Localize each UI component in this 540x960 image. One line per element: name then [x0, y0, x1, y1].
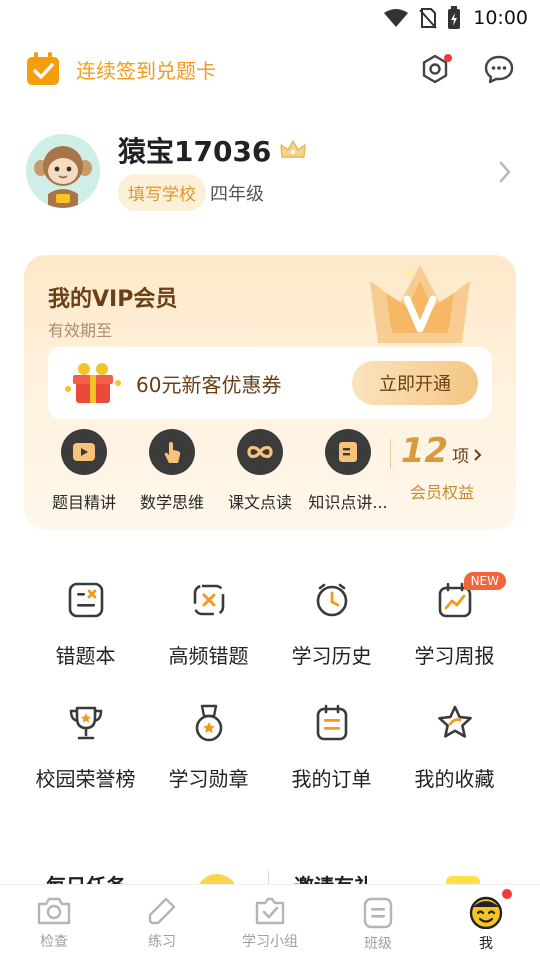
vip-crown-icon — [370, 265, 470, 343]
tools-grid: 错题本 高频错题 学习历史 NEW 学习周报 校园荣誉榜 学习勋章 我的订单 我… — [24, 572, 516, 792]
tool-label: 校园荣誉榜 — [35, 767, 136, 791]
tab-label: 班级 — [364, 936, 392, 952]
tool-label: 错题本 — [55, 644, 116, 668]
vip-feature-item[interactable]: 知识点讲... — [304, 427, 392, 513]
divider — [390, 439, 391, 469]
top-bar: 连续签到兑题卡 — [0, 46, 540, 92]
group-check-icon — [255, 897, 285, 925]
class-icon — [363, 897, 393, 929]
bottom-tab-bar: 检查 练习 学习小组 班级 我 — [0, 884, 540, 960]
tab-label: 学习小组 — [242, 934, 298, 950]
tool-favorites[interactable]: 我的收藏 — [393, 701, 516, 792]
tool-label: 学习勋章 — [168, 767, 249, 791]
gift-box-icon — [65, 363, 121, 403]
tab-study-group[interactable]: 学习小组 — [216, 885, 324, 960]
tool-orders[interactable]: 我的订单 — [270, 701, 393, 792]
tool-label: 我的订单 — [291, 767, 372, 791]
face-icon — [469, 896, 503, 929]
book-icon — [339, 442, 357, 462]
vip-feature-label: 题目精讲 — [51, 493, 116, 512]
vip-expiry-label: 有效期至 — [48, 321, 113, 340]
coupon-text: 60元新客优惠券 — [136, 372, 282, 397]
video-play-icon — [73, 443, 95, 461]
wrong-book-icon — [68, 582, 103, 618]
order-icon — [316, 704, 347, 741]
chevron-right-icon — [499, 161, 511, 183]
tool-wrong-book[interactable]: 错题本 — [24, 578, 147, 669]
new-badge: NEW — [463, 572, 506, 590]
chat-bubble-icon — [484, 55, 514, 84]
open-vip-button[interactable]: 立即开通 — [352, 361, 478, 405]
username: 猿宝17036 — [118, 135, 272, 168]
fill-school-button[interactable]: 填写学校 — [118, 174, 206, 211]
tab-label: 检查 — [40, 934, 68, 950]
tab-label: 我 — [479, 936, 493, 952]
no-sim-icon — [419, 8, 437, 29]
vip-title: 我的VIP会员 — [48, 287, 178, 312]
tool-medals[interactable]: 学习勋章 — [147, 701, 270, 792]
vip-features: 题目精讲 数学思维 课文点读 知识点讲... 12 项 会员权益 — [40, 427, 500, 513]
status-bar: 10:00 — [0, 0, 540, 36]
frequent-mistakes-icon — [193, 584, 224, 616]
tool-label: 高频错题 — [168, 644, 249, 668]
tab-practice[interactable]: 练习 — [108, 885, 216, 960]
tool-weekly-report[interactable]: NEW 学习周报 — [393, 572, 516, 669]
avatar[interactable] — [26, 134, 100, 208]
tool-frequent-mistakes[interactable]: 高频错题 — [147, 578, 270, 669]
checkin-label: 连续签到兑题卡 — [76, 58, 216, 83]
tool-label: 学习周报 — [414, 644, 495, 668]
benefits-count: 12 — [400, 431, 449, 471]
star-icon — [437, 705, 472, 738]
camera-icon — [37, 897, 71, 925]
settings-button[interactable] — [418, 52, 452, 86]
crown-icon — [280, 140, 307, 158]
tool-honor-roll[interactable]: 校园荣誉榜 — [24, 701, 147, 792]
infinity-icon — [247, 445, 273, 459]
vip-feature-item[interactable]: 数学思维 — [128, 427, 216, 513]
tool-history[interactable]: 学习历史 — [270, 578, 393, 669]
wifi-icon — [384, 9, 409, 27]
tab-class[interactable]: 班级 — [324, 885, 432, 960]
battery-icon — [448, 6, 461, 29]
vip-feature-item[interactable]: 题目精讲 — [40, 427, 128, 513]
benefits-label: 会员权益 — [409, 483, 474, 502]
tab-check[interactable]: 检查 — [0, 885, 108, 960]
notification-dot — [444, 54, 452, 62]
profile-section[interactable]: 猿宝17036 填写学校 四年级 — [26, 128, 516, 218]
tool-label: 学习历史 — [291, 644, 372, 668]
vip-feature-label: 课文点读 — [227, 493, 292, 512]
tool-label: 我的收藏 — [414, 767, 495, 791]
checkin-banner[interactable]: 连续签到兑题卡 — [24, 50, 216, 88]
status-time: 10:00 — [473, 7, 528, 29]
vip-feature-item[interactable]: 课文点读 — [216, 427, 304, 513]
medal-icon — [195, 704, 222, 742]
vip-feature-label: 知识点讲... — [308, 493, 388, 512]
calendar-check-icon — [27, 52, 59, 85]
grade-label: 四年级 — [210, 183, 264, 205]
vip-card[interactable]: 我的VIP会员 有效期至 60元新客优惠券 立即开通 题目精讲 数学思维 课文点… — [24, 255, 516, 530]
monkey-avatar-icon — [26, 134, 100, 208]
coupon-banner[interactable]: 60元新客优惠券 立即开通 — [48, 347, 492, 419]
vip-feature-label: 数学思维 — [139, 493, 204, 512]
pencil-icon — [148, 897, 176, 925]
tab-label: 练习 — [148, 934, 176, 950]
benefits-unit: 项 — [452, 447, 470, 467]
hand-touch-icon — [164, 442, 181, 463]
vip-benefits-more[interactable]: 12 项 会员权益 — [390, 427, 492, 513]
trophy-icon — [69, 706, 102, 740]
clock-icon — [316, 583, 347, 617]
notification-dot — [502, 889, 512, 899]
messages-button[interactable] — [482, 52, 516, 86]
tab-me[interactable]: 我 — [432, 885, 540, 960]
chevron-right-small-icon — [474, 449, 482, 461]
